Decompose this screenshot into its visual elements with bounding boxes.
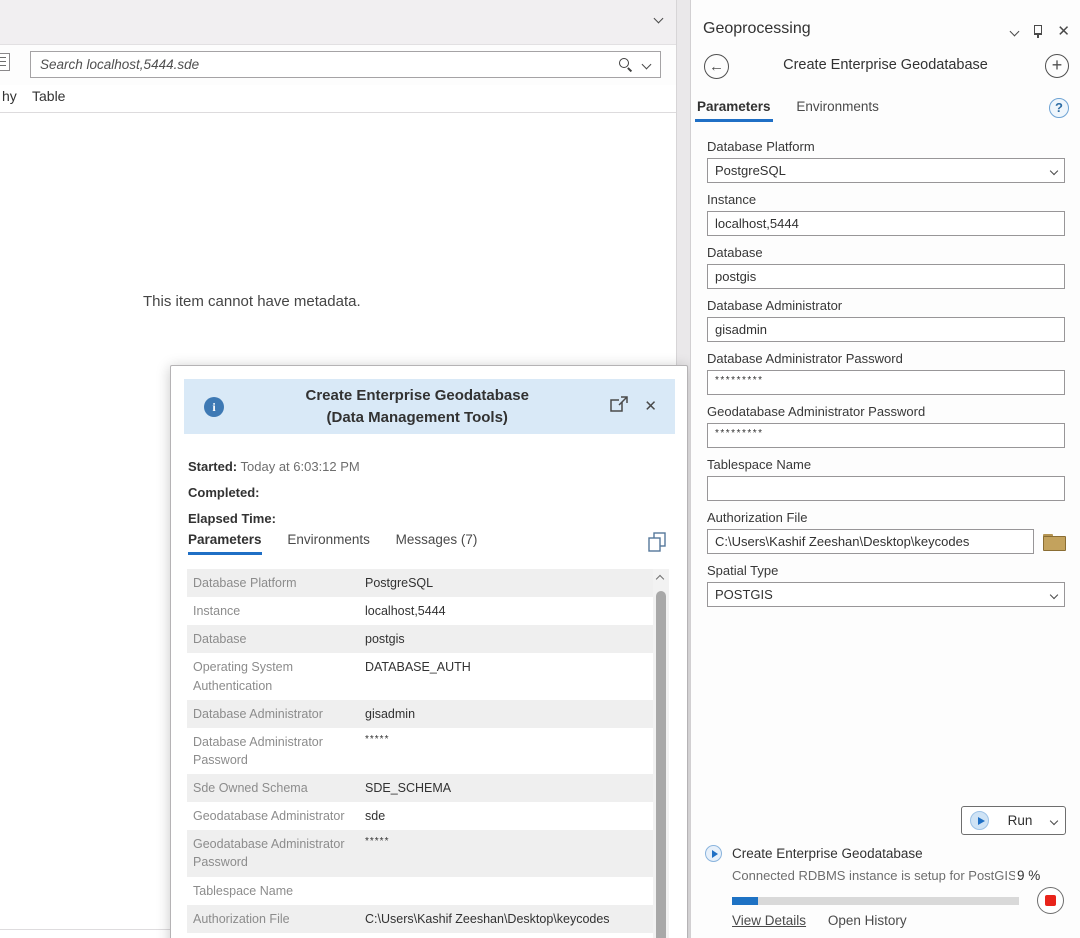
dialog-header: i Create Enterprise Geodatabase (Data Ma…: [184, 379, 675, 434]
status-percent: 9 %: [1017, 868, 1040, 883]
tool-header: ← Create Enterprise Geodatabase +: [691, 52, 1080, 86]
chevron-down-icon[interactable]: [1010, 27, 1020, 37]
progress-bar: [732, 897, 1019, 905]
database-administrator-password-input[interactable]: *********: [707, 370, 1065, 395]
field-database-platform: Database Platform PostgreSQL: [707, 139, 1065, 183]
view-details-link[interactable]: View Details: [732, 913, 806, 928]
panel-tabs: Parameters Environments: [695, 99, 899, 122]
tab-parameters[interactable]: Parameters: [188, 532, 262, 555]
table-row: Instance localhost,5444: [187, 597, 653, 625]
browse-folder-icon[interactable]: [1043, 534, 1065, 550]
tab-geography[interactable]: hy: [2, 88, 17, 104]
info-icon: i: [204, 397, 224, 417]
close-icon[interactable]: ✕: [1057, 24, 1070, 39]
database-input[interactable]: postgis: [707, 264, 1065, 289]
metadata-message: This item cannot have metadata.: [143, 293, 361, 310]
open-history-link[interactable]: Open History: [828, 913, 907, 928]
search-placeholder: Search localhost,5444.sde: [31, 57, 618, 72]
add-icon[interactable]: +: [1045, 54, 1069, 78]
copy-icon[interactable]: [648, 532, 667, 558]
play-icon: [705, 845, 722, 862]
field-database-administrator: Database Administrator gisadmin: [707, 298, 1065, 342]
chevron-down-icon[interactable]: [642, 60, 652, 70]
database-administrator-input[interactable]: gisadmin: [707, 317, 1065, 342]
table-row: Geodatabase Administrator Password *****: [187, 830, 653, 876]
back-icon[interactable]: ←: [704, 54, 729, 79]
table-row: Database Platform PostgreSQL: [187, 569, 653, 597]
field-instance: Instance localhost,5444: [707, 192, 1065, 236]
database-platform-select[interactable]: PostgreSQL: [707, 158, 1065, 183]
field-database: Database postgis: [707, 245, 1065, 289]
panel-title: Geoprocessing: [703, 20, 811, 38]
field-authorization-file: Authorization File C:\Users\Kashif Zeesh…: [707, 510, 1065, 554]
tab-parameters[interactable]: Parameters: [695, 99, 773, 122]
completed-label: Completed:: [188, 485, 260, 500]
close-icon[interactable]: ✕: [644, 399, 657, 414]
field-geodatabase-administrator-password: Geodatabase Administrator Password *****…: [707, 404, 1065, 448]
table-row: Sde Owned Schema SDE_SCHEMA: [187, 774, 653, 802]
table-row: Operating System Authentication DATABASE…: [187, 653, 653, 699]
progress-fill: [732, 897, 758, 905]
table-row: Database Administrator gisadmin: [187, 700, 653, 728]
started-value: Today at 6:03:12 PM: [241, 459, 360, 474]
tool-form: Database Platform PostgreSQL Instance lo…: [707, 139, 1065, 616]
authorization-file-input[interactable]: C:\Users\Kashif Zeeshan\Desktop\keycodes: [707, 529, 1034, 554]
table-row: Geodatabase Administrator sde: [187, 802, 653, 830]
toolbar-strip: [0, 0, 676, 45]
tool-title: Create Enterprise Geodatabase: [736, 57, 1035, 73]
tab-table[interactable]: Table: [32, 88, 65, 104]
dialog-meta: Started: Today at 6:03:12 PM Completed: …: [188, 454, 360, 532]
instance-input[interactable]: localhost,5444: [707, 211, 1065, 236]
tablespace-name-input[interactable]: [707, 476, 1065, 501]
table-row: Database Administrator Password *****: [187, 728, 653, 774]
elapsed-label: Elapsed Time:: [188, 511, 276, 526]
geodatabase-administrator-password-input[interactable]: *********: [707, 423, 1065, 448]
chevron-down-icon: [1050, 590, 1058, 598]
search-icon[interactable]: [618, 57, 633, 72]
tab-environments[interactable]: Environments: [794, 99, 881, 119]
scroll-up-icon[interactable]: [656, 575, 664, 583]
search-input[interactable]: Search localhost,5444.sde: [30, 51, 661, 78]
dialog-title: Create Enterprise Geodatabase (Data Mana…: [224, 385, 610, 429]
search-row: Search localhost,5444.sde: [0, 45, 676, 85]
stop-icon[interactable]: [1037, 887, 1064, 914]
pin-icon[interactable]: [1032, 24, 1043, 39]
geoprocessing-panel: Geoprocessing ✕ ← Create Enterprise Geod…: [690, 0, 1080, 938]
scrollbar[interactable]: [653, 569, 669, 938]
chevron-down-icon[interactable]: [1050, 816, 1058, 824]
chevron-down-icon[interactable]: [654, 14, 664, 24]
scrollbar-thumb[interactable]: [656, 591, 666, 938]
tab-environments[interactable]: Environments: [287, 532, 370, 552]
table-row: Database postgis: [187, 625, 653, 653]
field-database-administrator-password: Database Administrator Password ********…: [707, 351, 1065, 395]
tab-messages[interactable]: Messages (7): [396, 532, 478, 552]
tool-progress-dialog: i Create Enterprise Geodatabase (Data Ma…: [170, 365, 688, 938]
chevron-down-icon: [1050, 166, 1058, 174]
share-icon[interactable]: [610, 396, 628, 418]
tool-status: Create Enterprise Geodatabase Connected …: [705, 845, 1066, 928]
run-button[interactable]: Run: [961, 806, 1066, 835]
started-label: Started:: [188, 459, 237, 474]
status-message: Connected RDBMS instance is setup for Po…: [732, 868, 1015, 883]
field-spatial-type: Spatial Type POSTGIS: [707, 563, 1065, 607]
dialog-tabs: Parameters Environments Messages (7): [188, 532, 499, 555]
spatial-type-select[interactable]: POSTGIS: [707, 582, 1065, 607]
catalog-view-tabs: hy Table: [0, 85, 676, 113]
parameters-table: Database Platform PostgreSQL Instance lo…: [187, 569, 653, 938]
status-tool-name: Create Enterprise Geodatabase: [732, 846, 923, 861]
play-icon: [970, 811, 989, 830]
field-tablespace-name: Tablespace Name: [707, 457, 1065, 501]
table-row: Tablespace Name: [187, 877, 653, 905]
table-row: Authorization File C:\Users\Kashif Zeesh…: [187, 905, 653, 933]
help-icon[interactable]: ?: [1049, 98, 1069, 118]
list-icon[interactable]: [0, 53, 10, 71]
